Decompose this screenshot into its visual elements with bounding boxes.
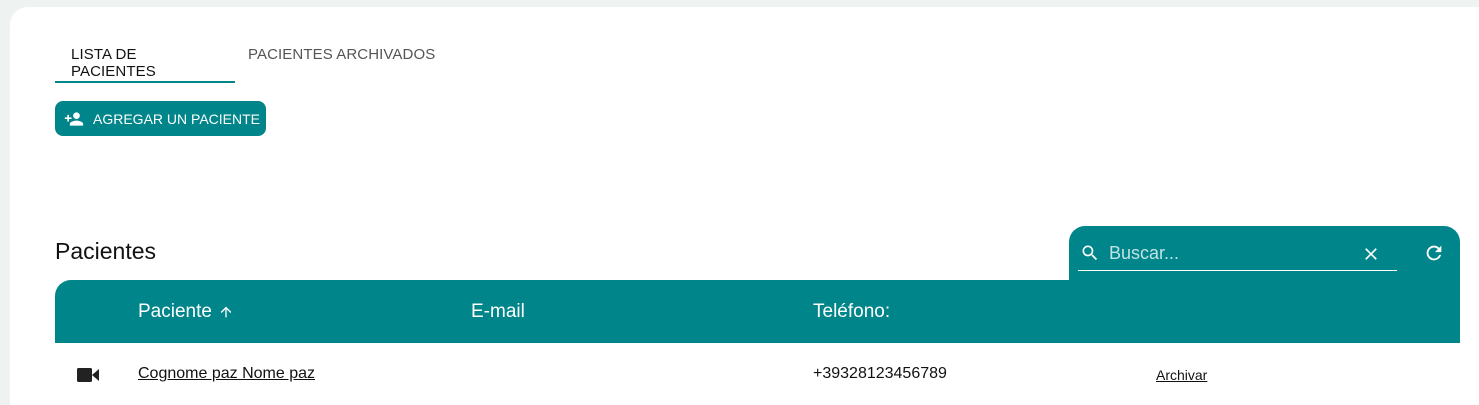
add-patient-button[interactable]: AGREGAR UN PACIENTE xyxy=(55,101,266,136)
column-header-email[interactable]: E-mail xyxy=(471,301,525,323)
patient-name-link[interactable]: Cognome paz Nome paz xyxy=(138,365,315,383)
refresh-icon[interactable] xyxy=(1423,242,1445,264)
archive-link[interactable]: Archivar xyxy=(1156,367,1207,383)
add-patient-label: AGREGAR UN PACIENTE xyxy=(93,110,260,127)
video-camera-icon[interactable] xyxy=(77,367,99,383)
arrow-up-icon xyxy=(220,306,232,318)
search-input[interactable] xyxy=(1109,242,1349,264)
close-icon[interactable] xyxy=(1361,244,1381,264)
search-panel xyxy=(1069,226,1460,286)
table-header: Paciente E-mail Teléfono: xyxy=(55,280,1460,343)
search-field xyxy=(1078,236,1397,271)
tab-bar: LISTA DE PACIENTES PACIENTES ARCHIVADOS xyxy=(55,38,450,83)
column-header-phone[interactable]: Teléfono: xyxy=(813,301,890,323)
search-icon xyxy=(1082,245,1098,261)
person-add-icon xyxy=(64,111,84,126)
column-header-email-label: E-mail xyxy=(471,301,525,322)
table-row: Cognome paz Nome paz +39328123456789 Arc… xyxy=(55,343,1460,405)
column-header-patient-label: Paciente xyxy=(138,301,212,322)
column-header-phone-label: Teléfono: xyxy=(813,301,891,322)
tab-patient-list[interactable]: LISTA DE PACIENTES xyxy=(55,38,235,83)
column-header-patient[interactable]: Paciente xyxy=(138,301,234,323)
tab-archived-patients[interactable]: PACIENTES ARCHIVADOS xyxy=(235,38,450,83)
section-title: Pacientes xyxy=(55,238,157,264)
patient-phone: +39328123456789 xyxy=(813,365,947,382)
